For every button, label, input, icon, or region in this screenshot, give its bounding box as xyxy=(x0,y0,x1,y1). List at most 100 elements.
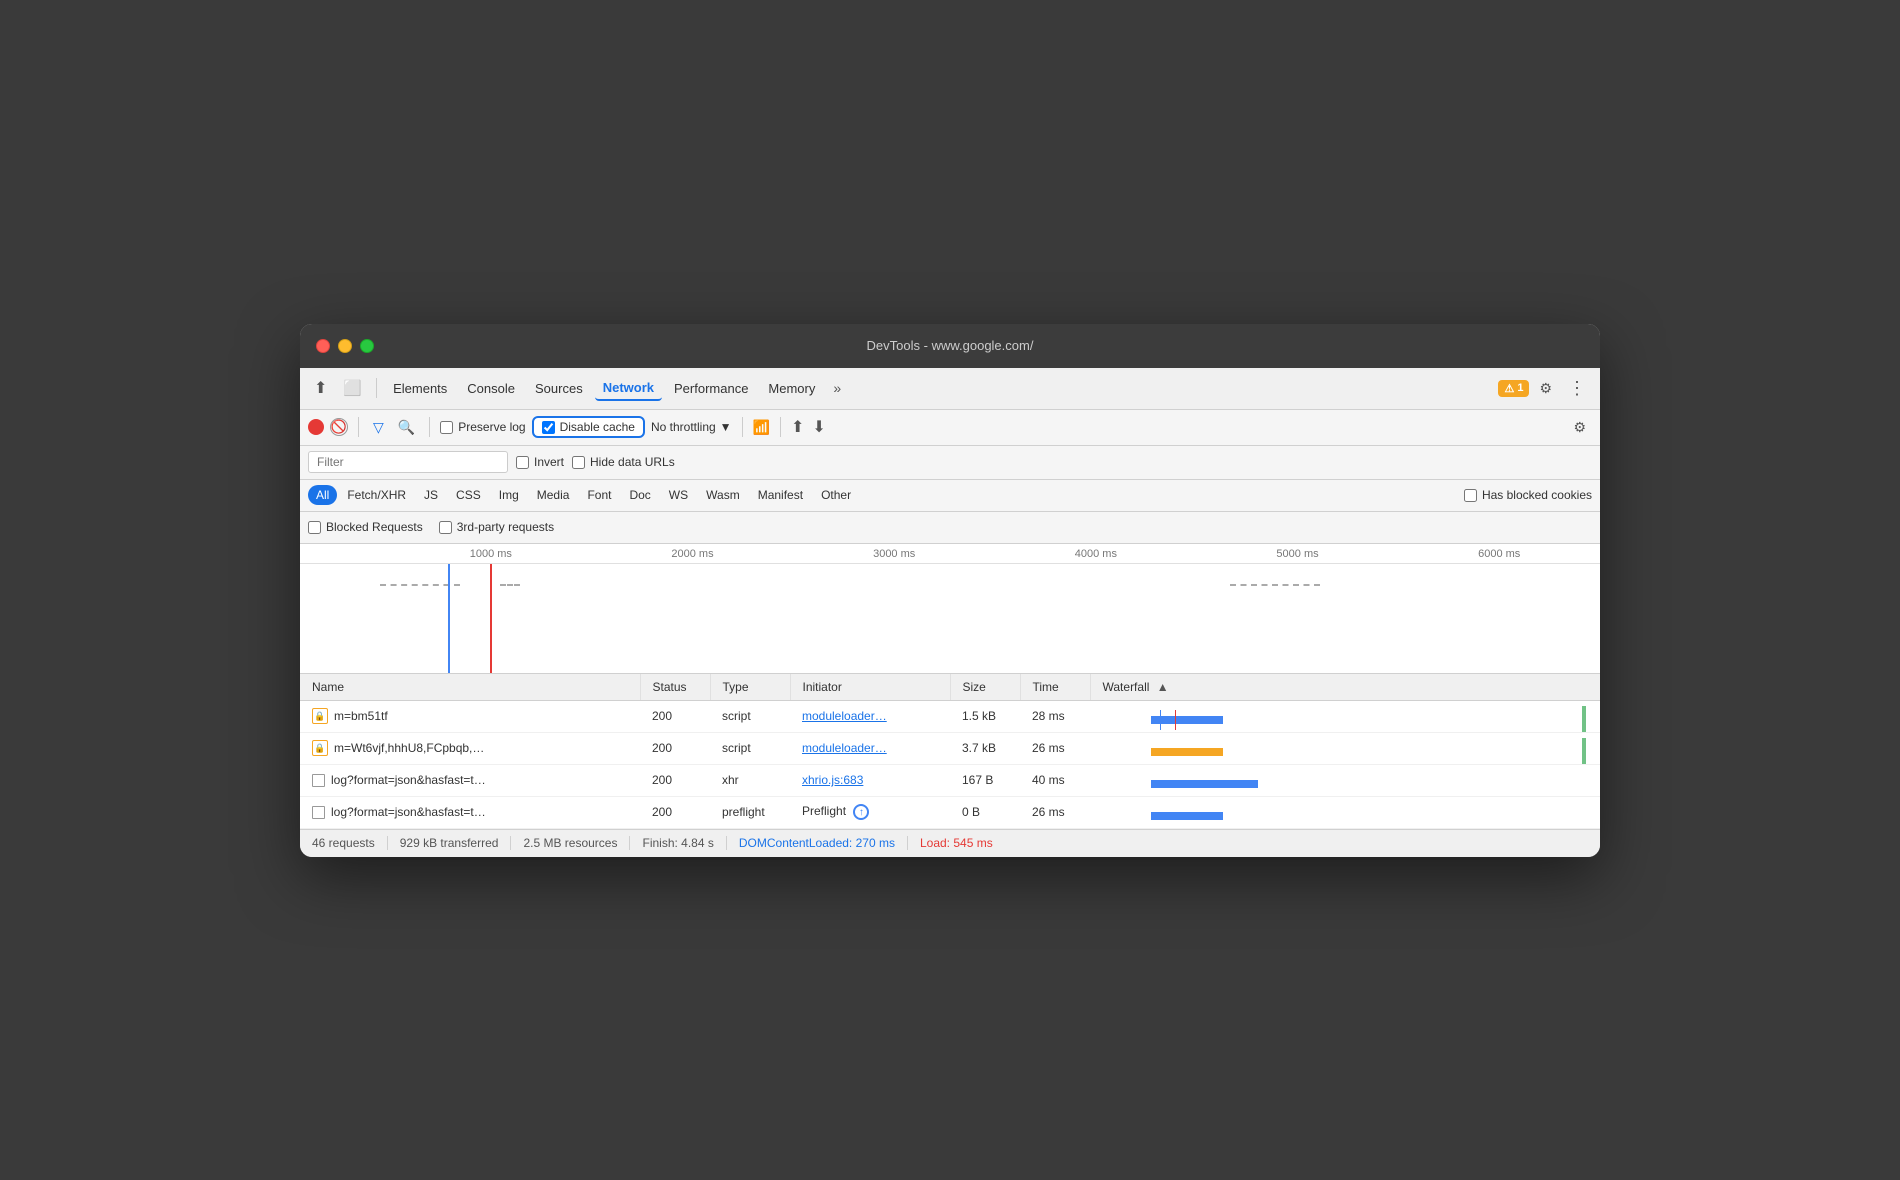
throttling-select[interactable]: No throttling ▼ xyxy=(651,420,732,434)
type-btn-js[interactable]: JS xyxy=(416,485,446,505)
col-status[interactable]: Status xyxy=(640,674,710,701)
clear-button[interactable]: 🚫 xyxy=(330,418,348,436)
filter-bar: Invert Hide data URLs xyxy=(300,446,1600,480)
hide-data-urls-checkbox[interactable] xyxy=(572,456,585,469)
row-2-name: m=Wt6vjf,hhhU8,FCpbqb,… xyxy=(334,741,484,755)
notification-count: 1 xyxy=(1517,382,1523,394)
cell-name: 🔒 m=bm51tf xyxy=(300,700,640,732)
third-party-checkbox[interactable] xyxy=(439,521,452,534)
network-toolbar: 🚫 ▽ 🔍 Preserve log Disable cache No thro… xyxy=(300,410,1600,446)
type-btn-doc[interactable]: Doc xyxy=(621,485,658,505)
third-party-label[interactable]: 3rd-party requests xyxy=(439,520,554,534)
tab-memory[interactable]: Memory xyxy=(760,377,823,400)
type-btn-media[interactable]: Media xyxy=(529,485,578,505)
has-blocked-cookies-checkbox[interactable] xyxy=(1464,489,1477,502)
cell-size: 1.5 kB xyxy=(950,700,1020,732)
type-btn-fetch[interactable]: Fetch/XHR xyxy=(339,485,414,505)
type-btn-css[interactable]: CSS xyxy=(448,485,489,505)
disable-cache-label[interactable]: Disable cache xyxy=(542,420,635,434)
row-1-name: m=bm51tf xyxy=(334,709,388,723)
cell-status: 200 xyxy=(640,700,710,732)
disable-cache-checkbox[interactable] xyxy=(542,421,555,434)
throttling-arrow: ▼ xyxy=(720,420,732,434)
col-name[interactable]: Name xyxy=(300,674,640,701)
maximize-button[interactable] xyxy=(360,339,374,353)
col-time[interactable]: Time xyxy=(1020,674,1090,701)
more-options-icon[interactable]: ⋮ xyxy=(1562,374,1592,403)
blocked-requests-label[interactable]: Blocked Requests xyxy=(308,520,423,534)
type-btn-img[interactable]: Img xyxy=(491,485,527,505)
preflight-icon: ↑ xyxy=(853,804,869,820)
ruler-mark-5: 5000 ms xyxy=(1197,548,1399,560)
status-dom-content-loaded: DOMContentLoaded: 270 ms xyxy=(727,836,908,850)
filter-input[interactable] xyxy=(308,451,508,473)
settings-icon[interactable]: ⚙ xyxy=(1533,376,1558,401)
type-btn-font[interactable]: Font xyxy=(579,485,619,505)
blank-icon-2 xyxy=(312,806,325,819)
tab-sources[interactable]: Sources xyxy=(527,377,591,400)
upload-icon: ⬆ xyxy=(791,417,804,437)
ruler-mark-4: 4000 ms xyxy=(995,548,1197,560)
timeline-dashed-3 xyxy=(1230,584,1320,586)
filter-icon[interactable]: ▽ xyxy=(369,417,388,438)
blank-icon xyxy=(312,774,325,787)
status-resources: 2.5 MB resources xyxy=(511,836,630,850)
tab-network[interactable]: Network xyxy=(595,376,662,401)
cell-size: 3.7 kB xyxy=(950,732,1020,764)
type-btn-wasm[interactable]: Wasm xyxy=(698,485,748,505)
table-row[interactable]: 🔒 m=Wt6vjf,hhhU8,FCpbqb,… 200 script mod… xyxy=(300,732,1600,764)
waterfall-vline-red xyxy=(1175,710,1176,730)
cell-type: preflight xyxy=(710,796,790,828)
network-table: Name Status Type Initiator Size Time Wat… xyxy=(300,674,1600,829)
search-icon[interactable]: 🔍 xyxy=(394,417,419,438)
initiator-link-3[interactable]: xhrio.js:683 xyxy=(802,773,863,787)
disable-cache-wrapper: Disable cache xyxy=(532,416,645,438)
invert-checkbox[interactable] xyxy=(516,456,529,469)
device-toolbar-icon[interactable]: ⬜ xyxy=(337,375,368,401)
type-btn-all[interactable]: All xyxy=(308,485,337,505)
waterfall-vline-blue xyxy=(1160,710,1161,730)
col-size[interactable]: Size xyxy=(950,674,1020,701)
cursor-icon[interactable]: ⬆ xyxy=(308,374,333,402)
lock-icon: 🔒 xyxy=(312,708,328,724)
waterfall-green-bar-2 xyxy=(1582,738,1586,765)
type-btn-ws[interactable]: WS xyxy=(661,485,696,505)
cell-time: 28 ms xyxy=(1020,700,1090,732)
waterfall-bar-4 xyxy=(1151,812,1224,820)
table-row[interactable]: 🔒 m=bm51tf 200 script moduleloader… 1.5 … xyxy=(300,700,1600,732)
cell-waterfall xyxy=(1090,732,1600,764)
table-row[interactable]: log?format=json&hasfast=t… 200 preflight… xyxy=(300,796,1600,828)
more-tabs-button[interactable]: » xyxy=(827,376,847,400)
cell-waterfall xyxy=(1090,764,1600,796)
table-header-row: Name Status Type Initiator Size Time Wat… xyxy=(300,674,1600,701)
tab-elements[interactable]: Elements xyxy=(385,377,455,400)
waterfall-bar-1 xyxy=(1151,716,1224,724)
col-waterfall[interactable]: Waterfall ▲ xyxy=(1090,674,1600,701)
timeline-red-line xyxy=(490,564,492,674)
invert-label[interactable]: Invert xyxy=(516,455,564,469)
toolbar-separator-2 xyxy=(358,417,359,437)
table-row[interactable]: log?format=json&hasfast=t… 200 xhr xhrio… xyxy=(300,764,1600,796)
preserve-log-checkbox[interactable] xyxy=(440,421,453,434)
initiator-link[interactable]: moduleloader… xyxy=(802,709,887,723)
type-btn-other[interactable]: Other xyxy=(813,485,859,505)
preserve-log-label[interactable]: Preserve log xyxy=(440,420,525,434)
tab-performance[interactable]: Performance xyxy=(666,377,756,400)
blocked-requests-checkbox[interactable] xyxy=(308,521,321,534)
col-initiator[interactable]: Initiator xyxy=(790,674,950,701)
timeline-blue-line xyxy=(448,564,450,674)
col-type[interactable]: Type xyxy=(710,674,790,701)
tab-console[interactable]: Console xyxy=(459,377,523,400)
notification-badge[interactable]: ⚠ 1 xyxy=(1498,380,1529,397)
hide-data-urls-label[interactable]: Hide data URLs xyxy=(572,455,675,469)
initiator-link-2[interactable]: moduleloader… xyxy=(802,741,887,755)
network-settings-icon[interactable]: ⚙ xyxy=(1567,415,1592,440)
status-requests: 46 requests xyxy=(312,836,388,850)
cell-type: xhr xyxy=(710,764,790,796)
has-blocked-cookies-label[interactable]: Has blocked cookies xyxy=(1464,488,1592,502)
record-button[interactable] xyxy=(308,419,324,435)
ruler-mark-3: 3000 ms xyxy=(793,548,995,560)
close-button[interactable] xyxy=(316,339,330,353)
type-btn-manifest[interactable]: Manifest xyxy=(750,485,811,505)
minimize-button[interactable] xyxy=(338,339,352,353)
